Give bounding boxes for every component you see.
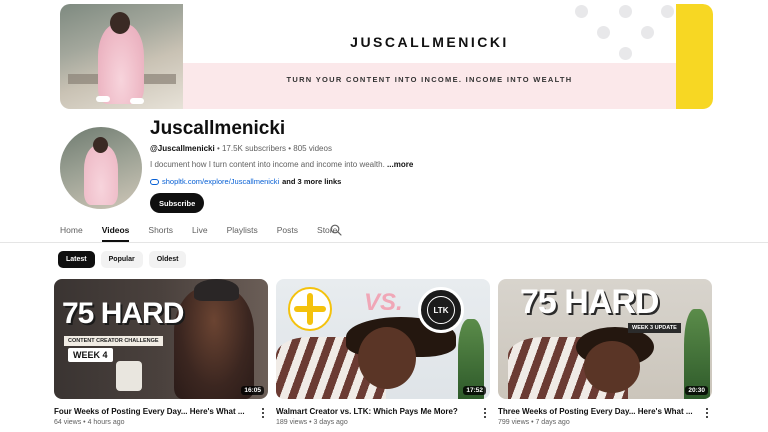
tabs-divider <box>0 242 768 243</box>
banner-pink-strip <box>183 63 676 109</box>
channel-banner: JUSCALLMENICKI TURN YOUR CONTENT INTO IN… <box>60 4 713 109</box>
banner-tagline: TURN YOUR CONTENT INTO INCOME. INCOME IN… <box>286 75 573 84</box>
video-meta: 799 views • 7 days ago <box>498 419 570 426</box>
link-icon <box>150 178 159 185</box>
channel-link-url[interactable]: shopltk.com/explore/Juscallmenicki <box>162 177 279 186</box>
tab-videos[interactable]: Videos <box>101 222 130 242</box>
subscribe-button[interactable]: Subscribe <box>150 193 205 213</box>
ltk-logo-icon: LTK <box>418 287 464 333</box>
video-duration: 17:52 <box>463 386 486 395</box>
ltk-logo-text: LTK <box>427 296 455 324</box>
chip-latest[interactable]: Latest <box>58 251 95 268</box>
avatar[interactable] <box>60 127 142 209</box>
banner-photo <box>60 4 183 109</box>
tab-posts[interactable]: Posts <box>277 222 298 242</box>
video-title[interactable]: Three Weeks of Posting Every Day... Here… <box>498 407 698 416</box>
video-title[interactable]: Walmart Creator vs. LTK: Which Pays Me M… <box>276 407 476 416</box>
channel-name: Juscallmenicki <box>150 118 286 139</box>
video-title[interactable]: Four Weeks of Posting Every Day... Here'… <box>54 407 254 416</box>
tab-shorts[interactable]: Shorts <box>148 222 173 242</box>
channel-description[interactable]: I document how I turn content into incom… <box>150 160 413 169</box>
video-duration: 20:30 <box>685 386 708 395</box>
tab-playlists[interactable]: Playlists <box>227 222 258 242</box>
thumbnail-text: 75 HARD <box>520 283 659 321</box>
thumbnail-strip: CONTENT CREATOR CHALLENGE <box>64 336 163 346</box>
video-card[interactable]: 75 HARD WEEK 3 UPDATE 20:30 Three Weeks … <box>498 279 712 426</box>
banner-title: JUSCALLMENICKI <box>350 34 509 50</box>
video-thumbnail[interactable]: 75 HARD CONTENT CREATOR CHALLENGE WEEK 4… <box>54 279 268 399</box>
more-links-label[interactable]: and 3 more links <box>282 177 341 186</box>
thumbnail-vs: VS. <box>364 289 403 316</box>
channel-links[interactable]: shopltk.com/explore/Juscallmenicki and 3… <box>150 177 341 186</box>
more-actions-icon[interactable] <box>704 407 710 419</box>
channel-meta: @Juscallmenicki • 17.5K subscribers • 80… <box>150 144 332 153</box>
more-actions-icon[interactable] <box>482 407 488 419</box>
thumbnail-week: WEEK 4 <box>68 348 113 362</box>
chip-popular[interactable]: Popular <box>100 251 143 268</box>
channel-tabs: Home Videos Shorts Live Playlists Posts … <box>60 222 356 242</box>
banner-yellow-block <box>676 4 713 109</box>
video-thumbnail[interactable]: VS. LTK 17:52 <box>276 279 490 399</box>
tab-home[interactable]: Home <box>60 222 83 242</box>
search-icon[interactable] <box>330 224 342 236</box>
video-card[interactable]: VS. LTK 17:52 Walmart Creator vs. LTK: W… <box>276 279 490 426</box>
description-text: I document how I turn content into incom… <box>150 160 385 169</box>
video-meta: 189 views • 3 days ago <box>276 419 348 426</box>
chip-oldest[interactable]: Oldest <box>148 251 187 268</box>
video-meta: 64 views • 4 hours ago <box>54 419 125 426</box>
video-card[interactable]: 75 HARD CONTENT CREATOR CHALLENGE WEEK 4… <box>54 279 268 426</box>
more-actions-icon[interactable] <box>260 407 266 419</box>
sort-chips: Latest Popular Oldest <box>58 251 187 268</box>
thumbnail-text: 75 HARD <box>62 297 184 330</box>
video-thumbnail[interactable]: 75 HARD WEEK 3 UPDATE 20:30 <box>498 279 712 399</box>
tab-live[interactable]: Live <box>192 222 208 242</box>
channel-handle: @Juscallmenicki <box>150 144 215 153</box>
video-duration: 16:05 <box>241 386 264 395</box>
channel-stats: • 17.5K subscribers • 805 videos <box>214 144 332 153</box>
more-link[interactable]: ...more <box>387 160 413 169</box>
thumbnail-week: WEEK 3 UPDATE <box>628 323 681 333</box>
